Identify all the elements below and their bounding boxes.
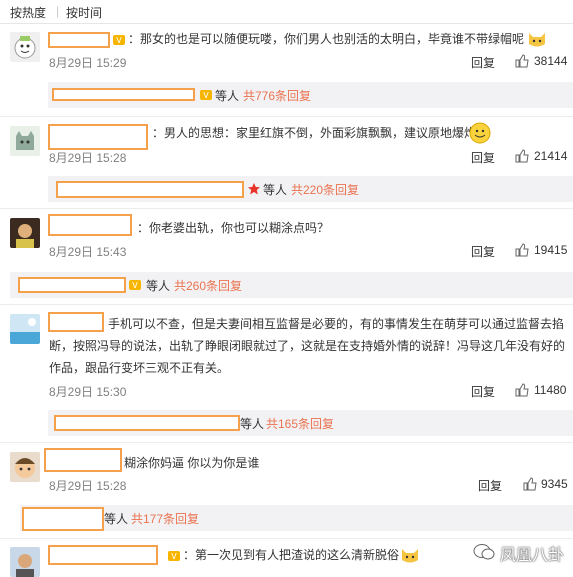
svg-text:V: V — [171, 552, 177, 561]
avatar[interactable] — [10, 218, 40, 248]
cat-emoji-icon — [529, 33, 545, 47]
like-count: 21414 — [534, 149, 568, 163]
reply-summary[interactable]: 等人 共220条回复 — [48, 176, 573, 202]
divider — [0, 442, 573, 443]
smile-emoji-icon — [469, 122, 491, 144]
svg-text:V: V — [132, 281, 138, 290]
vip-badge-icon: V — [129, 280, 141, 290]
comment-text-line-2: 断，按照冯导的说法，出轨了睁眼闭眼就过了，这就是在支持婚外情的说辞！冯导这几年没… — [49, 339, 566, 353]
reply-summary[interactable]: V 等人 共260条回复 — [10, 272, 573, 298]
thumbs-up-icon[interactable] — [515, 243, 529, 257]
like-count: 38144 — [534, 54, 568, 68]
divider — [0, 208, 573, 209]
redacted-username — [48, 214, 132, 236]
redacted-username — [48, 312, 104, 332]
avatar-face-icon — [14, 36, 36, 59]
avatar-photo-icon — [16, 224, 34, 248]
vip-badge-icon: V — [168, 551, 180, 561]
redacted-username — [44, 448, 122, 472]
sort-separator: | — [56, 4, 60, 18]
reply-summary[interactable]: 等人 共177条回复 — [20, 505, 573, 531]
divider — [0, 538, 573, 539]
star-badge-icon — [248, 183, 260, 195]
sort-bar: 按热度 | 按时间 — [0, 0, 573, 24]
reply-button[interactable]: 回复 — [471, 54, 495, 71]
redacted-username — [48, 545, 158, 565]
avatar[interactable] — [10, 547, 40, 577]
reply-summary[interactable]: 等人 共165条回复 — [48, 410, 573, 436]
sort-by-hot[interactable]: 按热度 — [10, 4, 46, 21]
reply-users: 等人 — [215, 89, 240, 103]
reply-users: 等人 — [240, 417, 265, 431]
comment-date: 8月29日 15:29 — [49, 56, 127, 70]
reply-count-link[interactable]: 共177条回复 — [131, 510, 199, 527]
avatar-cartoon-icon — [15, 458, 35, 478]
comment-date: 8月29日 15:28 — [49, 151, 127, 165]
comment-text: ：你老婆出轨，你也可以糊涂点吗？ — [137, 221, 330, 235]
svg-text:V: V — [203, 91, 209, 100]
cat-emoji-icon — [402, 549, 418, 563]
comment-date: 8月29日 15:28 — [49, 479, 127, 493]
reply-count-link[interactable]: 共220条回复 — [291, 181, 359, 198]
like-count: 19415 — [534, 243, 568, 257]
reply-users: 等人 — [146, 279, 171, 293]
comment-date: 8月29日 15:30 — [49, 385, 127, 399]
vip-badge-icon: V — [113, 35, 125, 45]
avatar[interactable] — [10, 126, 40, 156]
thumbs-up-icon[interactable] — [515, 54, 529, 68]
reply-button[interactable]: 回复 — [471, 243, 495, 260]
comment-date: 8月29日 15:43 — [49, 245, 127, 259]
reply-count-link[interactable]: 共165条回复 — [266, 415, 334, 432]
avatar-cat-icon — [16, 131, 34, 150]
like-count: 9345 — [541, 477, 568, 491]
like-count: 11480 — [534, 383, 567, 397]
thumbs-up-icon[interactable] — [523, 477, 537, 491]
reply-count-link[interactable]: 共260条回复 — [174, 277, 242, 294]
comment-text-line-1: 手机可以不查，但是夫妻间相互监督是必要的，有的事情发生在萌芽可以通过监督去掐 — [108, 317, 565, 331]
vip-badge-icon: V — [200, 90, 212, 100]
avatar[interactable] — [10, 32, 40, 62]
redacted-username — [22, 507, 104, 531]
sort-by-time[interactable]: 按时间 — [66, 4, 102, 21]
reply-button[interactable]: 回复 — [471, 383, 495, 400]
avatar-landscape-icon — [10, 318, 40, 344]
watermark-text: 凤凰八卦 — [500, 547, 565, 564]
comment-text: ：那女的也是可以随便玩喽，你们男人也别活的太明白，毕竟谁不带绿帽呢 — [128, 32, 525, 46]
reply-button[interactable]: 回复 — [471, 149, 495, 166]
divider — [0, 116, 573, 117]
comment-text: ：第一次见到有人把渣说的这么清新脱俗 — [183, 548, 400, 562]
redacted-username — [48, 32, 110, 48]
thumbs-up-icon[interactable] — [515, 383, 529, 397]
redacted-username — [54, 415, 240, 431]
reply-users: 等人 — [104, 512, 129, 526]
reply-summary[interactable]: V 等人 共776条回复 — [48, 82, 573, 108]
svg-text:V: V — [116, 36, 122, 45]
redacted-username — [56, 181, 244, 198]
divider — [0, 304, 573, 305]
reply-button[interactable]: 回复 — [478, 477, 502, 494]
reply-count-link[interactable]: 共776条回复 — [243, 87, 311, 104]
avatar-photo-icon — [16, 554, 34, 577]
redacted-username — [18, 277, 126, 293]
thumbs-up-icon[interactable] — [515, 149, 529, 163]
reply-users: 等人 — [263, 183, 288, 197]
comment-text-line-3: 作品，跟品行变坏三观不正有关。 — [49, 361, 230, 375]
redacted-username — [52, 88, 195, 101]
comment-text: 糊涂你妈逼 你以为你是谁 — [124, 456, 260, 470]
wechat-icon — [473, 544, 495, 560]
avatar[interactable] — [10, 452, 40, 482]
comment-text: ：男人的思想：家里红旗不倒，外面彩旗飘飘，建议原地爆炸 — [152, 126, 477, 140]
avatar[interactable] — [10, 314, 40, 344]
redacted-username — [48, 124, 148, 150]
